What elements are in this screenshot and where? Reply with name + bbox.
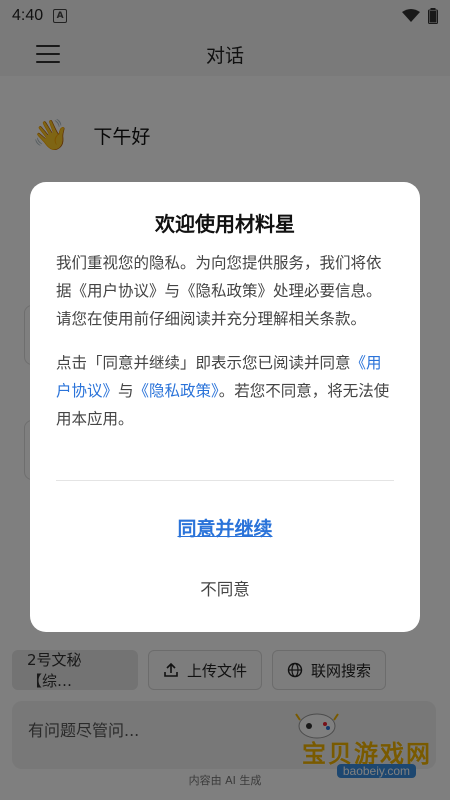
consent-prefix: 点击「同意并继续」即表示您已阅读并同意 bbox=[56, 354, 351, 372]
agree-continue-button[interactable]: 同意并继续 bbox=[30, 514, 420, 541]
privacy-dialog: 欢迎使用材料星 我们重视您的隐私。为向您提供服务，我们将依据《用户协议》与《隐私… bbox=[30, 182, 420, 632]
dialog-divider bbox=[56, 480, 394, 481]
disagree-button[interactable]: 不同意 bbox=[30, 576, 420, 600]
privacy-intro: 我们重视您的隐私。为向您提供服务，我们将依据《用户协议》与《隐私政策》处理必要信… bbox=[56, 254, 382, 328]
consent-text: 点击「同意并继续」即表示您已阅读并同意《用户协议》与《隐私政策》。若您不同意，将… bbox=[56, 349, 394, 433]
privacy-policy-link[interactable]: 《隐私政策》 bbox=[134, 382, 219, 400]
consent-conj: 与 bbox=[118, 382, 134, 400]
dialog-title: 欢迎使用材料星 bbox=[155, 212, 295, 236]
